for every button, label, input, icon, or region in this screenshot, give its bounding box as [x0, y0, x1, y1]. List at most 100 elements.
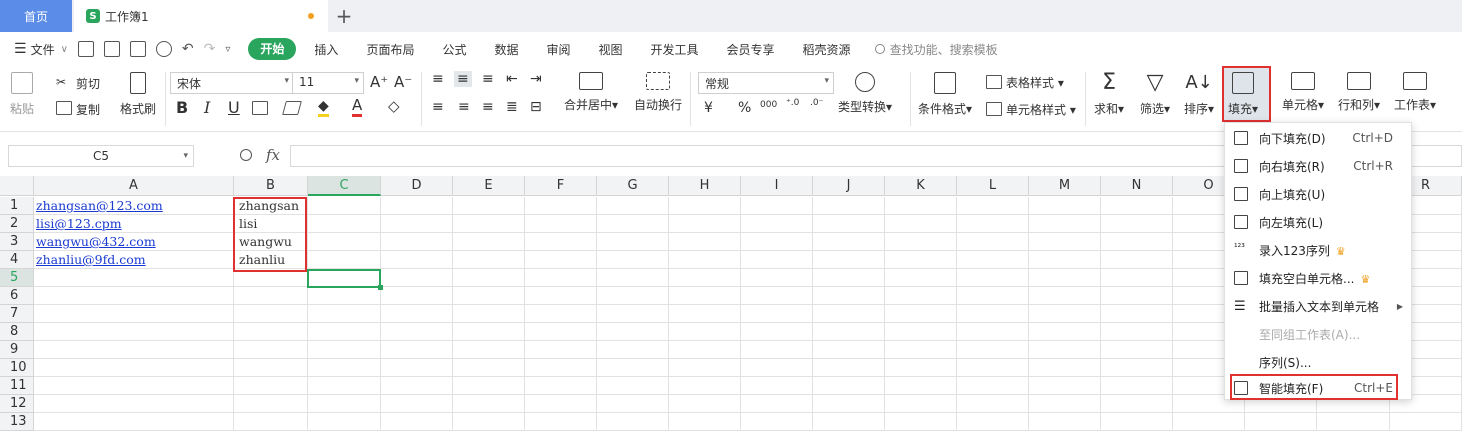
- grid-cell[interactable]: [885, 305, 957, 323]
- grid-cell[interactable]: [597, 197, 669, 215]
- grid-cell[interactable]: [1101, 413, 1173, 431]
- grid-cell[interactable]: [525, 287, 597, 305]
- grid-cell[interactable]: [453, 197, 525, 215]
- align-center-icon[interactable]: ≡: [458, 99, 470, 115]
- export-icon[interactable]: [103, 41, 120, 57]
- grid-cell[interactable]: [669, 197, 741, 215]
- row-header-5[interactable]: 5: [0, 269, 34, 287]
- grid-cell[interactable]: [1029, 233, 1101, 251]
- grid-cell[interactable]: [381, 395, 453, 413]
- row-header-4[interactable]: 4: [0, 251, 34, 269]
- grid-cell[interactable]: [597, 233, 669, 251]
- grid-cell[interactable]: [381, 377, 453, 395]
- tab-formula[interactable]: 公式: [432, 41, 476, 58]
- column-header-n[interactable]: N: [1101, 176, 1173, 196]
- grid-cell[interactable]: [741, 233, 813, 251]
- grid-cell[interactable]: [308, 323, 381, 341]
- grid-cell[interactable]: [813, 287, 885, 305]
- grid-cell[interactable]: [453, 305, 525, 323]
- filter-button[interactable]: ▽ 筛选▾: [1140, 72, 1170, 117]
- grid-cell[interactable]: [1101, 233, 1173, 251]
- grid-cell[interactable]: [34, 323, 234, 341]
- menu-item-to-group-sheet[interactable]: 至同组工作表(A)...: [1225, 320, 1411, 348]
- align-top-icon[interactable]: ≡: [432, 71, 444, 87]
- column-header-b[interactable]: B: [234, 176, 308, 196]
- grid-cell[interactable]: [1101, 359, 1173, 377]
- copy-button[interactable]: 复制: [76, 101, 100, 118]
- column-header-g[interactable]: G: [597, 176, 669, 196]
- grid-cell[interactable]: [741, 413, 813, 431]
- grid-cell[interactable]: [597, 215, 669, 233]
- grid-cell[interactable]: [597, 377, 669, 395]
- grid-cell[interactable]: [308, 287, 381, 305]
- grid-cell[interactable]: [1245, 413, 1317, 431]
- column-header-i[interactable]: I: [741, 176, 813, 196]
- grid-cell[interactable]: [813, 359, 885, 377]
- menu-item-fill-left[interactable]: 向左填充(L): [1225, 208, 1411, 236]
- grid-cell[interactable]: [597, 287, 669, 305]
- grid-cell[interactable]: [381, 359, 453, 377]
- row-header-3[interactable]: 3: [0, 233, 34, 251]
- highlight-icon[interactable]: ◆: [318, 98, 329, 117]
- grid-cell[interactable]: [1029, 251, 1101, 269]
- grid-cell[interactable]: [741, 269, 813, 287]
- grid-cell[interactable]: [669, 305, 741, 323]
- grid-cell[interactable]: [669, 323, 741, 341]
- grid-cell[interactable]: [957, 377, 1029, 395]
- grid-cell[interactable]: [453, 359, 525, 377]
- print-icon[interactable]: [129, 41, 146, 57]
- grid-cell[interactable]: [381, 215, 453, 233]
- row-header-10[interactable]: 10: [0, 359, 34, 377]
- feature-search[interactable]: 查找功能、搜索模板: [874, 41, 998, 58]
- grid-cell[interactable]: [813, 323, 885, 341]
- tab-page-layout[interactable]: 页面布局: [356, 41, 424, 58]
- grid-cell[interactable]: [885, 269, 957, 287]
- grid-cell[interactable]: [885, 197, 957, 215]
- grid-cell[interactable]: [525, 359, 597, 377]
- merge-center-button[interactable]: 合并居中▾: [564, 72, 618, 113]
- grid-cell[interactable]: [381, 413, 453, 431]
- grid-cell[interactable]: [669, 251, 741, 269]
- sort-button[interactable]: A↓ 排序▾: [1184, 72, 1214, 117]
- customize-toolbar-icon[interactable]: ▿: [225, 44, 230, 55]
- conditional-format-button[interactable]: 条件格式▾: [918, 72, 972, 117]
- grid-cell[interactable]: [669, 269, 741, 287]
- cut-icon[interactable]: ✂: [56, 75, 66, 89]
- type-convert-button[interactable]: 类型转换▾: [838, 72, 892, 115]
- grid-cell[interactable]: [741, 323, 813, 341]
- grid-cell[interactable]: [597, 323, 669, 341]
- grid-cell[interactable]: [308, 305, 381, 323]
- active-cell-c5[interactable]: [307, 269, 383, 290]
- grid-cell[interactable]: [525, 323, 597, 341]
- grid-cell[interactable]: [308, 341, 381, 359]
- grid-cell[interactable]: [381, 251, 453, 269]
- grid-cell[interactable]: [813, 251, 885, 269]
- column-header-c[interactable]: C: [308, 176, 381, 196]
- grid-cell[interactable]: [1029, 215, 1101, 233]
- grid-cell[interactable]: [453, 413, 525, 431]
- indent-increase-icon[interactable]: ⇥: [530, 71, 542, 87]
- menu-item-series[interactable]: 序列(S)...: [1225, 348, 1411, 376]
- grid-cell[interactable]: [1029, 395, 1101, 413]
- grid-cell[interactable]: [453, 323, 525, 341]
- row-header-13[interactable]: 13: [0, 413, 34, 431]
- bold-button[interactable]: B: [176, 98, 188, 117]
- row-header-11[interactable]: 11: [0, 377, 34, 395]
- grid-cell[interactable]: [1101, 323, 1173, 341]
- row-header-2[interactable]: 2: [0, 215, 34, 233]
- grid-cell[interactable]: [669, 377, 741, 395]
- grid-cell[interactable]: [453, 269, 525, 287]
- grid-cell[interactable]: [381, 341, 453, 359]
- row-header-12[interactable]: 12: [0, 395, 34, 413]
- indent-decrease-icon[interactable]: ⇤: [506, 71, 518, 87]
- worksheet-button[interactable]: 工作表▾: [1394, 72, 1436, 113]
- grid-cell[interactable]: [234, 305, 308, 323]
- select-all-corner[interactable]: [0, 176, 34, 196]
- grid-cell[interactable]: [34, 305, 234, 323]
- grid-cell[interactable]: [1101, 215, 1173, 233]
- grid-cell[interactable]: [453, 395, 525, 413]
- grid-cell[interactable]: [453, 251, 525, 269]
- grid-cell[interactable]: [525, 197, 597, 215]
- tab-insert[interactable]: 插入: [304, 41, 348, 58]
- grid-cell[interactable]: [885, 413, 957, 431]
